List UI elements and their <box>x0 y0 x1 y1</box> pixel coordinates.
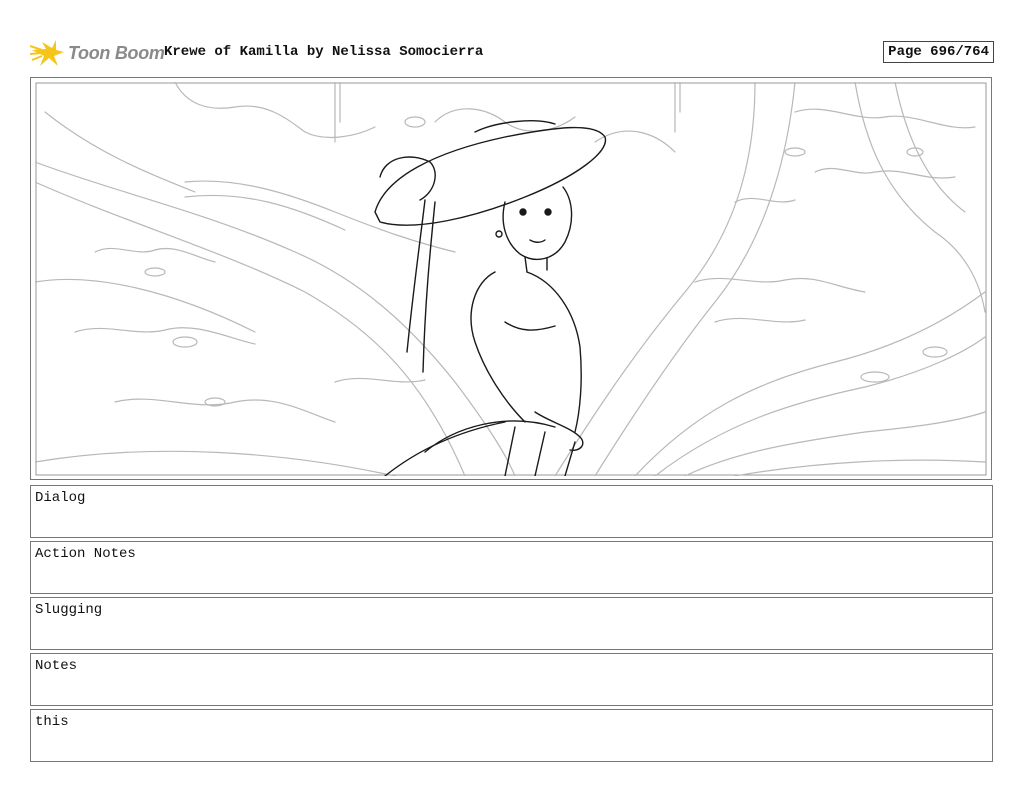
logo-text: Toon Boom <box>68 42 165 63</box>
extra-notes-field[interactable]: this <box>30 709 993 762</box>
slugging-label: Slugging <box>35 602 103 618</box>
notes-label: Notes <box>35 658 78 674</box>
action-notes-field[interactable]: Action Notes <box>30 541 993 594</box>
extra-notes-label: this <box>35 714 69 730</box>
dialog-field[interactable]: Dialog <box>30 485 993 538</box>
page-number: Page 696/764 <box>883 41 994 63</box>
slugging-field[interactable]: Slugging <box>30 597 993 650</box>
action-notes-label: Action Notes <box>35 546 136 562</box>
toon-boom-star-icon <box>30 40 64 66</box>
dialog-label: Dialog <box>35 490 86 506</box>
project-title: Krewe of Kamilla by Nelissa Somocierra <box>164 44 484 60</box>
storyboard-sketch-image <box>35 82 987 476</box>
notes-field[interactable]: Notes <box>30 653 993 706</box>
storyboard-panel <box>30 77 992 480</box>
storyboard-header: Toon Boom Krewe of Kamilla by Nelissa So… <box>30 36 994 70</box>
toon-boom-logo: Toon Boom <box>30 36 165 70</box>
